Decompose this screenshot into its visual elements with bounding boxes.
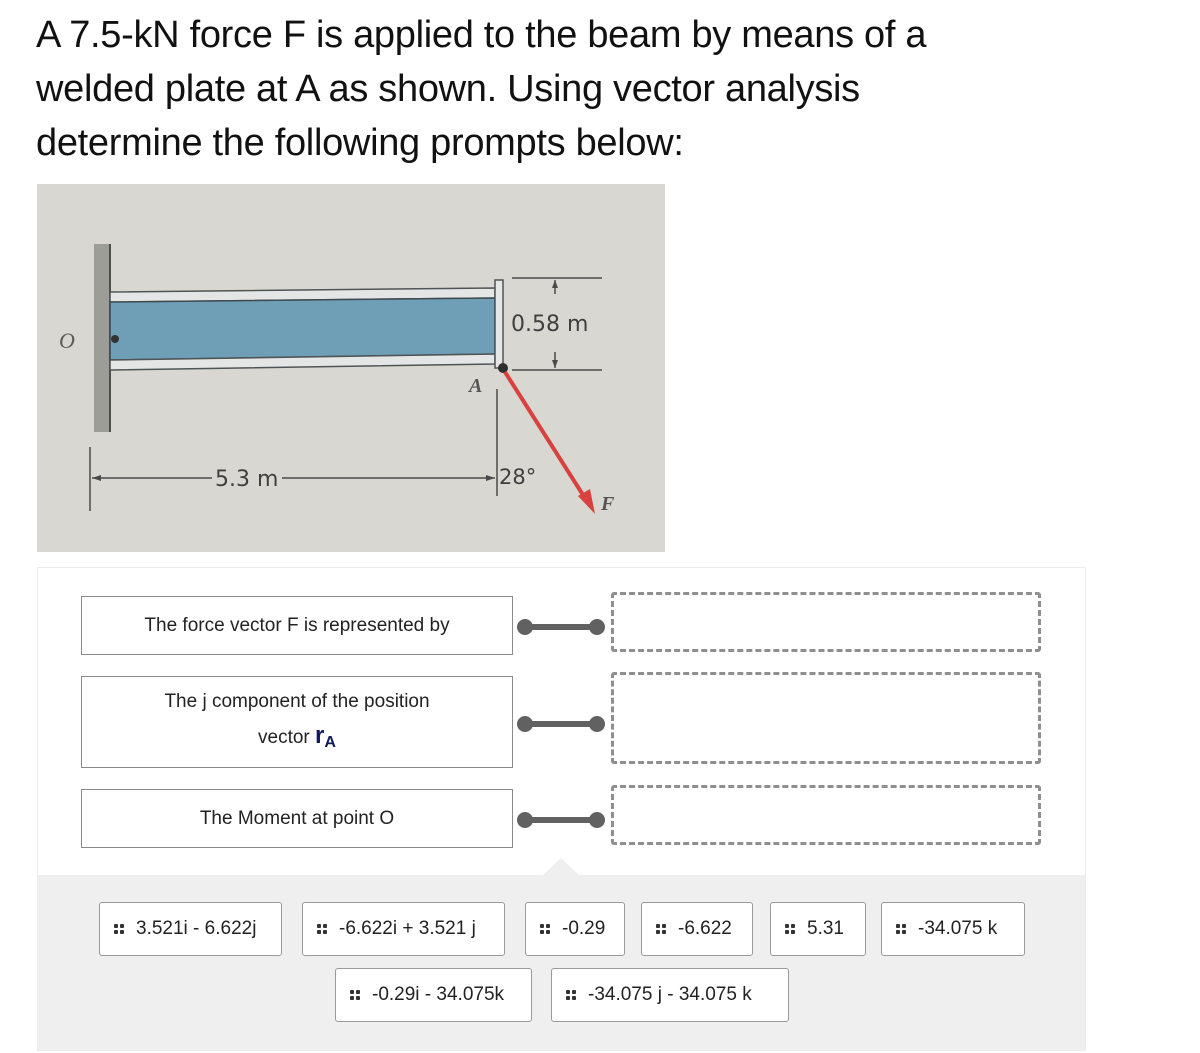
wall-support (94, 244, 110, 432)
drop-zone-moment-o[interactable] (611, 785, 1041, 845)
drop-zone-force-vector[interactable] (611, 592, 1041, 652)
answer-chip[interactable]: -0.29i - 34.075k (335, 968, 532, 1022)
answer-chip[interactable]: -34.075 j - 34.075 k (551, 968, 789, 1022)
drag-handle-icon (317, 924, 327, 934)
drag-handle-icon (785, 924, 795, 934)
beam-diagram: O A 0.58 m 5.3 m 28° F (37, 184, 665, 552)
point-o-dot (111, 335, 119, 343)
welded-plate (494, 279, 504, 369)
answer-chip[interactable]: 3.521i - 6.622j (99, 902, 282, 956)
answer-chip[interactable]: 5.31 (770, 902, 866, 956)
connector-1 (515, 617, 607, 637)
height-dimension: 0.58 m (511, 312, 588, 337)
prompt-label: The j component of the position (164, 690, 430, 712)
position-vector-symbol: rA (315, 721, 336, 751)
drag-handle-icon (540, 924, 550, 934)
question-text: A 7.5-kN force F is applied to the beam … (36, 14, 927, 164)
answer-chip[interactable]: -6.622 (641, 902, 753, 956)
point-a-label: A (467, 375, 482, 397)
prompt-moment-o: The Moment at point O (81, 789, 513, 848)
answer-chip[interactable]: -6.622i + 3.521 j (302, 902, 505, 956)
prompt-label: The Moment at point O (199, 807, 395, 829)
answer-chip[interactable]: -0.29 (525, 902, 625, 956)
drag-handle-icon (350, 990, 360, 1000)
answer-pool: 3.521i - 6.622j -6.622i + 3.521 j -0.29 … (38, 875, 1085, 1050)
force-label: F (600, 493, 615, 515)
origin-label: O (59, 328, 75, 353)
prompt-label: The force vector F is represented by (144, 614, 450, 636)
pool-pointer (543, 858, 579, 875)
i-beam (109, 287, 496, 371)
drag-handle-icon (566, 990, 576, 1000)
prompt-position-j-component: The j component of the position vector r… (81, 676, 513, 768)
connector-2 (515, 714, 607, 734)
answer-chip[interactable]: -34.075 k (881, 902, 1025, 956)
drag-handle-icon (656, 924, 666, 934)
connector-3 (515, 810, 607, 830)
length-dimension: 5.3 m (215, 467, 278, 492)
matching-panel: The force vector F is represented by The… (37, 567, 1086, 1051)
drag-handle-icon (114, 924, 124, 934)
drop-zone-position-j-component[interactable] (611, 672, 1041, 764)
prompt-label-cont: vector (258, 726, 310, 748)
drag-handle-icon (896, 924, 906, 934)
prompt-force-vector: The force vector F is represented by (81, 596, 513, 655)
angle-label: 28° (499, 465, 536, 489)
